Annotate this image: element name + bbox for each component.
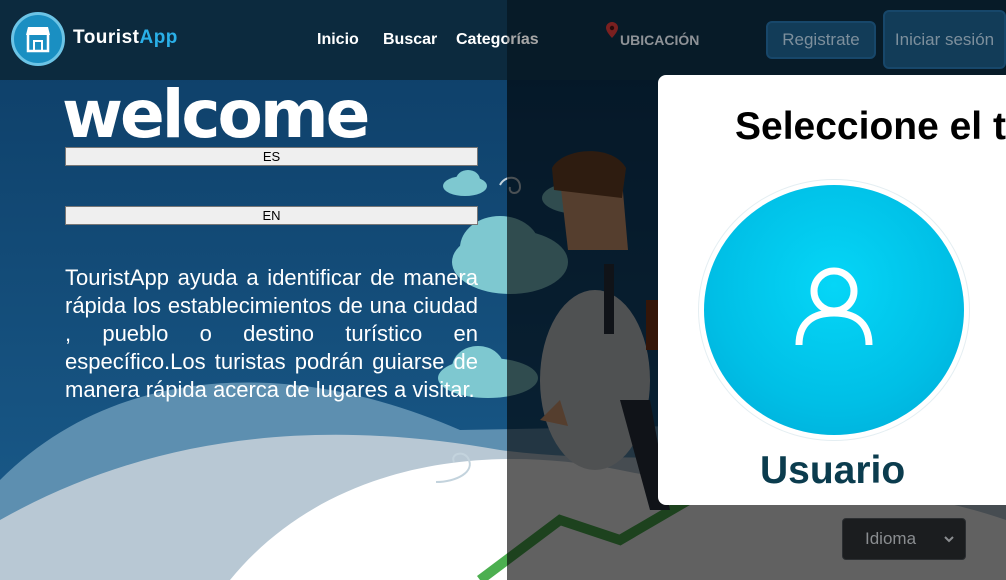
modal-title: Seleccione el tipo de usuario	[735, 105, 1006, 148]
location-pin-icon	[606, 22, 618, 38]
language-es-button[interactable]: ES	[65, 147, 478, 166]
user-option-button[interactable]	[704, 185, 964, 435]
user-type-modal: Seleccione el tipo de usuario Usuario	[658, 75, 1006, 505]
brand-name[interactable]: TouristApp	[73, 27, 178, 49]
language-en-button[interactable]: EN	[65, 206, 478, 225]
nav-link-inicio[interactable]: Inicio	[317, 31, 359, 49]
chevron-down-icon	[944, 536, 954, 543]
language-select-value: Idioma	[865, 529, 917, 548]
register-button[interactable]: Registrate	[766, 21, 876, 59]
welcome-heading: welcome	[62, 76, 370, 153]
language-select[interactable]: Idioma	[842, 518, 966, 560]
app-description: TouristApp ayuda a identificar de manera…	[65, 265, 478, 402]
user-icon	[795, 267, 873, 346]
nav-link-buscar[interactable]: Buscar	[383, 31, 437, 49]
login-button[interactable]: Iniciar sesión	[883, 10, 1006, 69]
location-link[interactable]: UBICACIÓN	[620, 32, 699, 48]
store-icon	[26, 27, 50, 53]
logo[interactable]	[11, 12, 65, 66]
user-option-label[interactable]: Usuario	[760, 449, 905, 493]
